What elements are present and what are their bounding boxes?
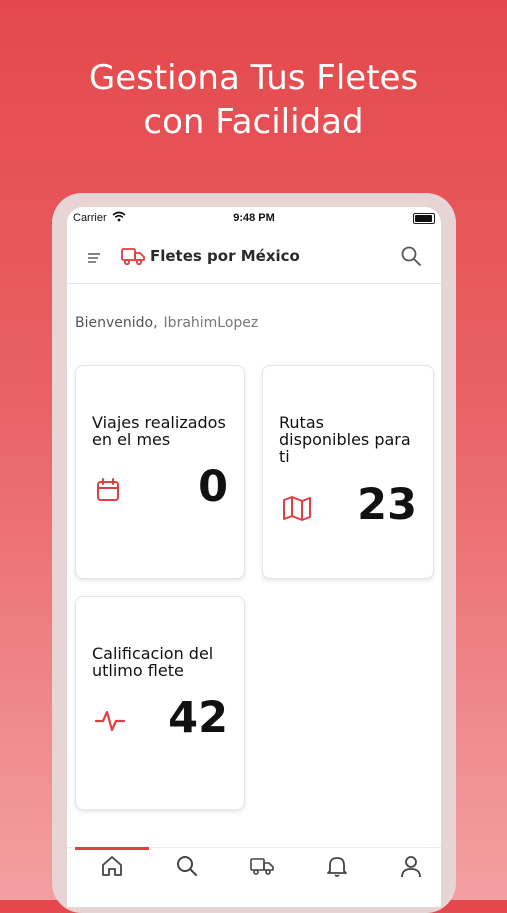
routes-card-label-line: Rutas: [279, 413, 324, 432]
trips-card-label-line: en el mes: [92, 430, 171, 449]
routes-card-label-line: disponibles para: [279, 430, 411, 449]
home-icon[interactable]: [98, 854, 126, 878]
status-time: 9:48 PM: [233, 212, 275, 224]
routes-card[interactable]: Rutas disponibles para ti 23: [262, 365, 434, 579]
search-tab-icon[interactable]: [173, 854, 201, 878]
map-icon: [283, 496, 311, 521]
status-bar: Carrier 9:48 PM: [67, 207, 441, 229]
welcome-message: Bienvenido, IbrahimLopez: [75, 315, 258, 331]
welcome-greeting: Bienvenido,: [75, 315, 158, 331]
app-title: Fletes por México: [150, 247, 300, 265]
bell-icon[interactable]: [323, 854, 351, 878]
truck-icon[interactable]: [248, 854, 276, 878]
activity-icon: [94, 710, 126, 732]
trips-card-value: 0: [198, 462, 228, 512]
rating-card-value: 42: [168, 693, 228, 743]
headline-line-2: con Facilidad: [143, 102, 364, 142]
trips-card-label: Viajes realizados en el mes: [92, 414, 226, 448]
active-tab-indicator: [75, 847, 149, 850]
bottom-tab-bar: [67, 847, 441, 907]
headline-line-1: Gestiona Tus Fletes: [88, 58, 419, 98]
trips-card-label-line: Viajes realizados: [92, 413, 226, 432]
app-screen: Carrier 9:48 PM Fletes por México Bienve…: [67, 207, 441, 907]
rating-card-label: Calificacion del utlimo flete: [92, 645, 213, 679]
calendar-icon: [97, 478, 119, 501]
truck-logo-icon: [121, 248, 145, 266]
headline: Gestiona Tus Fletes con Facilidad: [0, 56, 507, 144]
app-header: Fletes por México: [67, 233, 441, 284]
welcome-username: IbrahimLopez: [163, 315, 259, 331]
rating-card-label-line: utlimo flete: [92, 661, 184, 680]
routes-card-label: Rutas disponibles para ti: [279, 414, 411, 465]
trips-card[interactable]: Viajes realizados en el mes 0: [75, 365, 245, 579]
routes-card-label-line: ti: [279, 447, 290, 466]
user-icon[interactable]: [397, 854, 425, 878]
rating-card[interactable]: Calificacion del utlimo flete 42: [75, 596, 245, 810]
search-icon[interactable]: [399, 244, 423, 268]
battery-icon: [413, 213, 435, 224]
routes-card-value: 23: [357, 480, 417, 530]
menu-icon[interactable]: [85, 249, 103, 267]
rating-card-label-line: Calificacion del: [92, 644, 214, 663]
